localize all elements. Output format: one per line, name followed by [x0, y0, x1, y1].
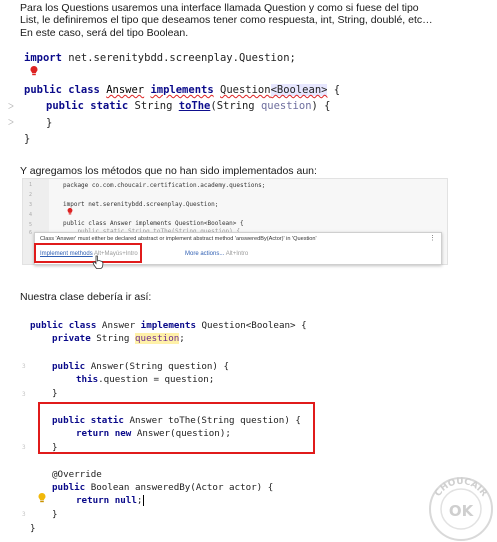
ide-package-line: package co.com.choucair.certification.ac…	[63, 182, 266, 189]
svg-text:OK: OK	[449, 502, 475, 520]
fold-marker-icon[interactable]: ᐳ	[8, 102, 14, 111]
final-assign-line: this.question = question;	[76, 374, 215, 385]
code-close-inner: }	[46, 117, 53, 129]
error-bulb-icon[interactable]	[30, 66, 38, 76]
final-return-null-line: return null;	[76, 495, 145, 506]
ide-import-line: import net.serenitybdd.screenplay.Questi…	[63, 201, 219, 208]
final-class-line: public class Answer implements Question<…	[30, 320, 307, 331]
svg-text:CHOUCAIR: CHOUCAIR	[433, 477, 488, 499]
warning-bulb-icon[interactable]	[38, 493, 46, 503]
implement-methods-highlight	[34, 243, 142, 263]
code-method-line: public static String toThe(String questi…	[46, 100, 331, 112]
section2-caption: Y agregamos los métodos que no han sido …	[20, 165, 317, 177]
popup-message: Class 'Answer' must either be declared a…	[40, 236, 317, 242]
fold-marker-icon[interactable]: ᐳ	[8, 118, 14, 127]
ide-class-line: public class Answer implements Question<…	[63, 220, 244, 227]
code-close-outer: }	[24, 133, 31, 145]
code-class-line: public class Answer implements Question<…	[24, 84, 341, 96]
final-constructor-line: public Answer(String question) {	[52, 361, 230, 372]
tothe-method-highlight	[38, 402, 315, 454]
intro-line-3: En este caso, será del tipo Boolean.	[20, 26, 189, 39]
hand-cursor-icon	[92, 255, 104, 269]
choucair-seal-logo: CHOUCAIR OK	[429, 477, 493, 541]
section3-caption: Nuestra clase debería ir así:	[20, 291, 152, 303]
final-answeredby-close: }	[52, 509, 58, 520]
ide-error-bulb-icon[interactable]	[67, 208, 73, 215]
final-class-close: }	[30, 523, 36, 534]
text-cursor	[143, 495, 145, 506]
intro-line-1: Para los Questions usaremos una interfac…	[20, 2, 419, 14]
final-answeredby-line: public Boolean answeredBy(Actor actor) {	[52, 482, 274, 493]
final-field-line: private String question;	[52, 333, 185, 344]
final-constructor-close: }	[52, 388, 58, 399]
intro-paragraph: Para los Questions usaremos una interfac…	[20, 2, 433, 39]
more-options-icon[interactable]: ⋮	[429, 234, 436, 242]
more-actions-action[interactable]: More actions... Alt+Intro	[185, 251, 248, 257]
intro-line-2: List, le definiremos el tipo que deseamo…	[20, 14, 433, 27]
code-import-line: import net.serenitybdd.screenplay.Questi…	[24, 52, 296, 64]
override-annotation: @Override	[52, 469, 102, 480]
code-block-interface: import net.serenitybdd.screenplay.Questi…	[8, 44, 490, 150]
